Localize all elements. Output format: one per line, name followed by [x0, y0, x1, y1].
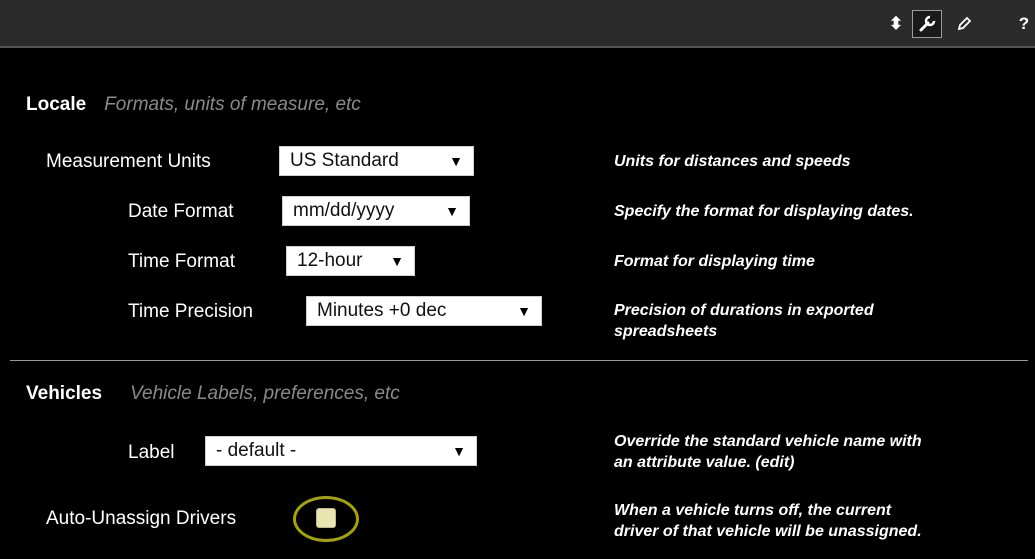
chevron-down-icon: ▼: [452, 443, 466, 459]
time-format-select[interactable]: 12-hour ▼: [286, 246, 415, 276]
chevron-down-icon: ▼: [445, 203, 459, 219]
auto-unassign-help: When a vehicle turns off, the current dr…: [614, 500, 922, 542]
time-format-label: Time Format: [128, 251, 235, 272]
vehicle-label-help: Override the standard vehicle name with …: [614, 431, 922, 473]
section-description: Vehicle Labels, preferences, etc: [130, 383, 400, 404]
help-line: When a vehicle turns off, the current: [614, 502, 892, 519]
vehicle-label-label: Label: [128, 442, 175, 463]
vehicles-section-header: Vehicles Vehicle Labels, preferences, etc: [26, 383, 400, 405]
select-value: 12-hour: [297, 250, 363, 271]
time-precision-help: Precision of durations in exported sprea…: [614, 300, 874, 342]
sort-icon[interactable]: ⬍: [884, 10, 908, 38]
date-format-select[interactable]: mm/dd/yyyy ▼: [282, 196, 470, 226]
time-precision-select[interactable]: Minutes +0 dec ▼: [306, 296, 542, 326]
section-divider: [10, 360, 1028, 361]
vehicle-label-select[interactable]: - default - ▼: [205, 436, 477, 466]
wrench-icon[interactable]: [912, 10, 942, 38]
top-toolbar: ⬍ ?: [0, 0, 1035, 48]
help-line: spreadsheets: [614, 323, 718, 340]
time-format-help: Format for displaying time: [614, 253, 815, 270]
measurement-units-help: Units for distances and speeds: [614, 153, 851, 170]
help-line: Precision of durations in exported: [614, 302, 874, 319]
locale-section-header: Locale Formats, units of measure, etc: [26, 94, 361, 116]
measurement-units-label: Measurement Units: [46, 151, 211, 172]
help-line: an attribute value. (edit): [614, 454, 795, 471]
help-icon[interactable]: ?: [1014, 10, 1034, 38]
select-value: mm/dd/yyyy: [293, 200, 395, 221]
select-value: - default -: [216, 440, 297, 461]
chevron-down-icon: ▼: [517, 303, 531, 319]
section-title: Locale: [26, 94, 87, 115]
section-description: Formats, units of measure, etc: [104, 94, 361, 115]
help-line: driver of that vehicle will be unassigne…: [614, 523, 922, 540]
select-value: US Standard: [290, 150, 399, 171]
auto-unassign-checkbox[interactable]: [316, 508, 336, 528]
measurement-units-select[interactable]: US Standard ▼: [279, 146, 474, 176]
help-line: Override the standard vehicle name with: [614, 433, 922, 450]
select-value: Minutes +0 dec: [317, 300, 447, 321]
date-format-help: Specify the format for displaying dates.: [614, 203, 914, 220]
auto-unassign-label: Auto-Unassign Drivers: [46, 508, 237, 529]
date-format-label: Date Format: [128, 201, 234, 222]
chevron-down-icon: ▼: [390, 253, 404, 269]
section-title: Vehicles: [26, 383, 103, 404]
time-precision-label: Time Precision: [128, 301, 253, 322]
pencil-icon[interactable]: [950, 10, 978, 38]
chevron-down-icon: ▼: [449, 153, 463, 169]
